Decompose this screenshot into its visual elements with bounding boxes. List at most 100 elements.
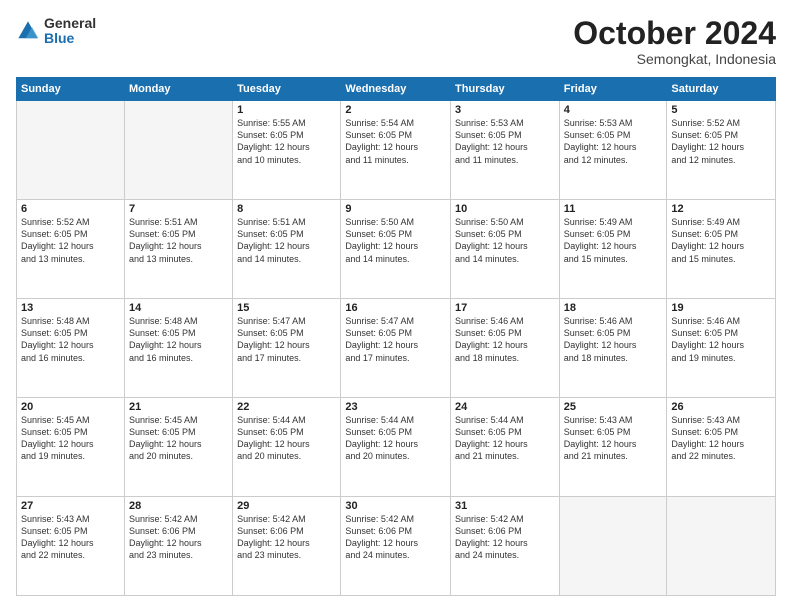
calendar-week-row: 27Sunrise: 5:43 AM Sunset: 6:05 PM Dayli… [17, 497, 776, 596]
day-number: 5 [671, 104, 771, 116]
day-number: 1 [237, 104, 336, 116]
day-info: Sunrise: 5:46 AM Sunset: 6:05 PM Dayligh… [671, 315, 771, 364]
calendar-cell: 1Sunrise: 5:55 AM Sunset: 6:05 PM Daylig… [233, 101, 341, 200]
calendar-day-header: Sunday [17, 78, 125, 101]
logo-blue: Blue [44, 31, 96, 46]
day-number: 12 [671, 203, 771, 215]
day-number: 20 [21, 401, 120, 413]
day-info: Sunrise: 5:43 AM Sunset: 6:05 PM Dayligh… [671, 414, 771, 463]
calendar-table: SundayMondayTuesdayWednesdayThursdayFrid… [16, 77, 776, 596]
day-info: Sunrise: 5:45 AM Sunset: 6:05 PM Dayligh… [129, 414, 228, 463]
calendar-cell: 20Sunrise: 5:45 AM Sunset: 6:05 PM Dayli… [17, 398, 125, 497]
day-info: Sunrise: 5:50 AM Sunset: 6:05 PM Dayligh… [345, 216, 446, 265]
calendar-day-header: Wednesday [341, 78, 451, 101]
day-number: 2 [345, 104, 446, 116]
logo: General Blue [16, 16, 96, 47]
day-number: 13 [21, 302, 120, 314]
calendar-cell: 27Sunrise: 5:43 AM Sunset: 6:05 PM Dayli… [17, 497, 125, 596]
day-number: 10 [455, 203, 555, 215]
calendar-cell: 2Sunrise: 5:54 AM Sunset: 6:05 PM Daylig… [341, 101, 451, 200]
day-number: 8 [237, 203, 336, 215]
day-info: Sunrise: 5:47 AM Sunset: 6:05 PM Dayligh… [345, 315, 446, 364]
calendar-cell: 14Sunrise: 5:48 AM Sunset: 6:05 PM Dayli… [124, 299, 232, 398]
day-number: 31 [455, 500, 555, 512]
day-number: 21 [129, 401, 228, 413]
day-info: Sunrise: 5:45 AM Sunset: 6:05 PM Dayligh… [21, 414, 120, 463]
calendar-cell: 28Sunrise: 5:42 AM Sunset: 6:06 PM Dayli… [124, 497, 232, 596]
calendar-day-header: Friday [559, 78, 667, 101]
day-number: 30 [345, 500, 446, 512]
day-info: Sunrise: 5:48 AM Sunset: 6:05 PM Dayligh… [129, 315, 228, 364]
calendar-week-row: 20Sunrise: 5:45 AM Sunset: 6:05 PM Dayli… [17, 398, 776, 497]
day-info: Sunrise: 5:48 AM Sunset: 6:05 PM Dayligh… [21, 315, 120, 364]
day-number: 17 [455, 302, 555, 314]
header: General Blue October 2024 Semongkat, Ind… [16, 16, 776, 67]
calendar-cell [17, 101, 125, 200]
logo-icon [16, 19, 40, 43]
calendar-cell: 5Sunrise: 5:52 AM Sunset: 6:05 PM Daylig… [667, 101, 776, 200]
day-info: Sunrise: 5:52 AM Sunset: 6:05 PM Dayligh… [21, 216, 120, 265]
calendar-week-row: 1Sunrise: 5:55 AM Sunset: 6:05 PM Daylig… [17, 101, 776, 200]
day-info: Sunrise: 5:47 AM Sunset: 6:05 PM Dayligh… [237, 315, 336, 364]
calendar-day-header: Tuesday [233, 78, 341, 101]
calendar-cell: 23Sunrise: 5:44 AM Sunset: 6:05 PM Dayli… [341, 398, 451, 497]
calendar-header-row: SundayMondayTuesdayWednesdayThursdayFrid… [17, 78, 776, 101]
day-info: Sunrise: 5:52 AM Sunset: 6:05 PM Dayligh… [671, 117, 771, 166]
day-number: 24 [455, 401, 555, 413]
calendar-cell: 31Sunrise: 5:42 AM Sunset: 6:06 PM Dayli… [451, 497, 560, 596]
day-info: Sunrise: 5:44 AM Sunset: 6:05 PM Dayligh… [345, 414, 446, 463]
calendar-cell: 29Sunrise: 5:42 AM Sunset: 6:06 PM Dayli… [233, 497, 341, 596]
day-number: 27 [21, 500, 120, 512]
calendar-cell: 17Sunrise: 5:46 AM Sunset: 6:05 PM Dayli… [451, 299, 560, 398]
calendar-cell: 8Sunrise: 5:51 AM Sunset: 6:05 PM Daylig… [233, 200, 341, 299]
day-info: Sunrise: 5:53 AM Sunset: 6:05 PM Dayligh… [455, 117, 555, 166]
calendar-cell: 10Sunrise: 5:50 AM Sunset: 6:05 PM Dayli… [451, 200, 560, 299]
logo-text: General Blue [44, 16, 96, 47]
calendar-cell: 21Sunrise: 5:45 AM Sunset: 6:05 PM Dayli… [124, 398, 232, 497]
calendar-cell: 11Sunrise: 5:49 AM Sunset: 6:05 PM Dayli… [559, 200, 667, 299]
calendar-week-row: 13Sunrise: 5:48 AM Sunset: 6:05 PM Dayli… [17, 299, 776, 398]
calendar-cell: 3Sunrise: 5:53 AM Sunset: 6:05 PM Daylig… [451, 101, 560, 200]
day-info: Sunrise: 5:42 AM Sunset: 6:06 PM Dayligh… [455, 513, 555, 562]
day-info: Sunrise: 5:44 AM Sunset: 6:05 PM Dayligh… [455, 414, 555, 463]
calendar-cell: 22Sunrise: 5:44 AM Sunset: 6:05 PM Dayli… [233, 398, 341, 497]
calendar-cell: 9Sunrise: 5:50 AM Sunset: 6:05 PM Daylig… [341, 200, 451, 299]
day-number: 9 [345, 203, 446, 215]
calendar-cell [667, 497, 776, 596]
day-info: Sunrise: 5:44 AM Sunset: 6:05 PM Dayligh… [237, 414, 336, 463]
calendar-cell: 6Sunrise: 5:52 AM Sunset: 6:05 PM Daylig… [17, 200, 125, 299]
calendar-cell: 12Sunrise: 5:49 AM Sunset: 6:05 PM Dayli… [667, 200, 776, 299]
calendar-cell: 19Sunrise: 5:46 AM Sunset: 6:05 PM Dayli… [667, 299, 776, 398]
calendar-day-header: Monday [124, 78, 232, 101]
day-info: Sunrise: 5:46 AM Sunset: 6:05 PM Dayligh… [564, 315, 663, 364]
day-info: Sunrise: 5:42 AM Sunset: 6:06 PM Dayligh… [345, 513, 446, 562]
calendar-cell: 18Sunrise: 5:46 AM Sunset: 6:05 PM Dayli… [559, 299, 667, 398]
day-info: Sunrise: 5:54 AM Sunset: 6:05 PM Dayligh… [345, 117, 446, 166]
calendar-cell: 30Sunrise: 5:42 AM Sunset: 6:06 PM Dayli… [341, 497, 451, 596]
title-section: October 2024 Semongkat, Indonesia [573, 16, 776, 67]
calendar-cell: 15Sunrise: 5:47 AM Sunset: 6:05 PM Dayli… [233, 299, 341, 398]
calendar-day-header: Saturday [667, 78, 776, 101]
logo-general: General [44, 16, 96, 31]
calendar-cell: 25Sunrise: 5:43 AM Sunset: 6:05 PM Dayli… [559, 398, 667, 497]
calendar-cell: 26Sunrise: 5:43 AM Sunset: 6:05 PM Dayli… [667, 398, 776, 497]
day-number: 15 [237, 302, 336, 314]
day-number: 18 [564, 302, 663, 314]
day-number: 16 [345, 302, 446, 314]
day-info: Sunrise: 5:42 AM Sunset: 6:06 PM Dayligh… [129, 513, 228, 562]
calendar-day-header: Thursday [451, 78, 560, 101]
calendar-week-row: 6Sunrise: 5:52 AM Sunset: 6:05 PM Daylig… [17, 200, 776, 299]
day-number: 6 [21, 203, 120, 215]
calendar-cell: 24Sunrise: 5:44 AM Sunset: 6:05 PM Dayli… [451, 398, 560, 497]
day-number: 28 [129, 500, 228, 512]
calendar-cell: 4Sunrise: 5:53 AM Sunset: 6:05 PM Daylig… [559, 101, 667, 200]
day-number: 3 [455, 104, 555, 116]
day-info: Sunrise: 5:42 AM Sunset: 6:06 PM Dayligh… [237, 513, 336, 562]
day-info: Sunrise: 5:46 AM Sunset: 6:05 PM Dayligh… [455, 315, 555, 364]
day-number: 19 [671, 302, 771, 314]
day-number: 29 [237, 500, 336, 512]
day-number: 23 [345, 401, 446, 413]
day-info: Sunrise: 5:49 AM Sunset: 6:05 PM Dayligh… [564, 216, 663, 265]
day-number: 14 [129, 302, 228, 314]
day-number: 25 [564, 401, 663, 413]
